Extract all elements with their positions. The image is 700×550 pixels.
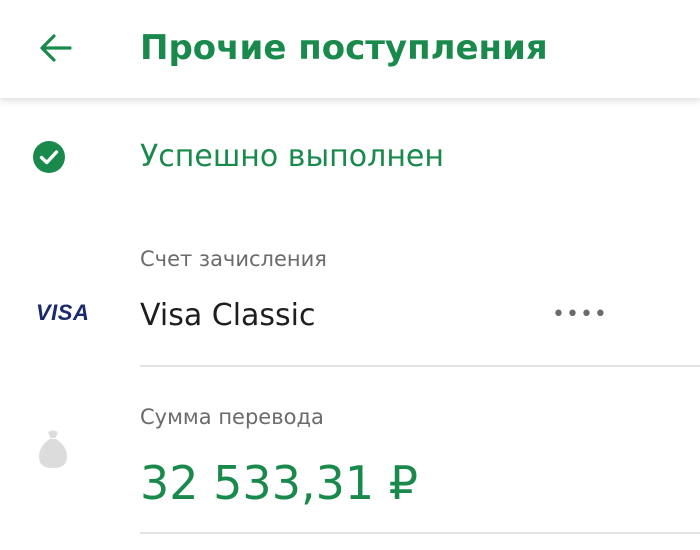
- account-label: Счет зачисления: [140, 247, 327, 271]
- check-circle-icon: [33, 141, 65, 173]
- account-name[interactable]: Visa Classic: [140, 295, 316, 337]
- page-title: Прочие поступления: [140, 28, 548, 68]
- amount-label: Сумма перевода: [140, 405, 324, 429]
- divider: [140, 365, 700, 367]
- back-button[interactable]: [30, 26, 80, 70]
- divider: [140, 532, 700, 534]
- top-app-bar: Прочие поступления: [0, 0, 700, 98]
- account-number-mask: ••••: [552, 302, 608, 327]
- payment-details-screen: Прочие поступления Успешно выполнен Счет…: [0, 0, 700, 550]
- status-text: Успешно выполнен: [140, 139, 444, 174]
- amount-value: 32 533,31 ₽: [140, 456, 418, 510]
- visa-logo: VISA: [36, 300, 90, 325]
- arrow-left-icon: [40, 34, 72, 62]
- money-bag-icon: [39, 430, 67, 468]
